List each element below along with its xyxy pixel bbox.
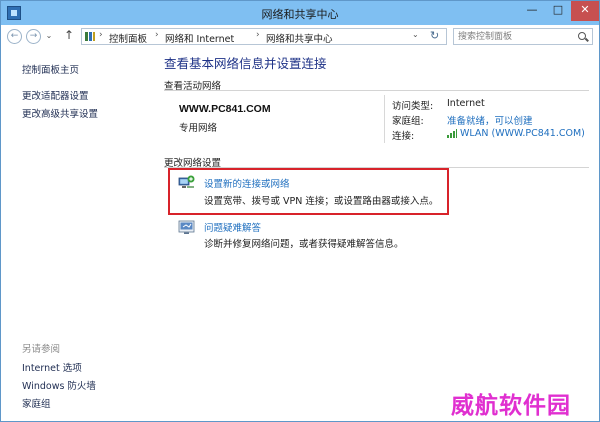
search-box[interactable] (453, 28, 593, 45)
homegroup-link[interactable]: 准备就绪，可以创建 (447, 113, 533, 127)
troubleshoot-problems-description: 诊断并修复网络问题，或者获得疑难解答信息。 (204, 239, 404, 250)
search-icon[interactable] (578, 32, 586, 40)
setup-new-connection-description: 设置宽带、拨号或 VPN 连接；或设置路由器或接入点。 (204, 196, 439, 207)
section-divider (164, 90, 589, 91)
sidebar-item-internet-options[interactable]: Internet 选项 (22, 360, 82, 374)
network-profile: 专用网络 (179, 123, 218, 134)
breadcrumb-separator: › (256, 30, 260, 40)
control-panel-icon (85, 32, 95, 41)
vertical-divider (384, 95, 385, 143)
sidebar-item-control-panel-home[interactable]: 控制面板主页 (22, 62, 79, 76)
search-input[interactable] (458, 31, 568, 43)
sidebar: 控制面板主页 更改适配器设置 更改高级共享设置 另请参阅 Internet 选项… (1, 47, 151, 422)
sidebar-item-change-adapter-settings[interactable]: 更改适配器设置 (22, 88, 89, 102)
back-button[interactable]: ← (7, 29, 22, 44)
wifi-signal-icon (447, 129, 457, 138)
site-watermark: 威航软件园 (451, 392, 571, 419)
see-also-heading: 另请参阅 (22, 344, 61, 355)
breadcrumb-network-internet[interactable]: 网络和 Internet (165, 31, 234, 45)
access-type-value: Internet (447, 98, 485, 109)
access-type-label: 访问类型: (392, 101, 434, 112)
window-title: 网络和共享中心 (261, 8, 339, 21)
sidebar-item-homegroup[interactable]: 家庭组 (22, 396, 51, 410)
network-name: WWW.PC841.COM (179, 103, 271, 115)
breadcrumb-separator: › (155, 30, 159, 40)
forward-button[interactable]: → (26, 29, 41, 44)
breadcrumb-network-sharing-center[interactable]: 网络和共享中心 (266, 31, 333, 45)
setup-new-connection-link[interactable]: 设置新的连接或网络 (204, 176, 290, 190)
up-button[interactable]: ↑ (63, 29, 75, 44)
title-bar[interactable]: 网络和共享中心 — □ ✕ (1, 1, 599, 25)
page-title: 查看基本网络信息并设置连接 (164, 56, 327, 71)
main-content: 查看基本网络信息并设置连接 查看活动网络 WWW.PC841.COM 专用网络 … (151, 47, 599, 422)
sidebar-item-windows-firewall[interactable]: Windows 防火墙 (22, 378, 96, 392)
maximize-button[interactable]: □ (545, 1, 571, 21)
connections-label: 连接: (392, 131, 415, 142)
address-bar[interactable]: › 控制面板 › 网络和 Internet › 网络和共享中心 ⌄ ↻ (81, 28, 447, 45)
minimize-button[interactable]: — (519, 1, 545, 21)
troubleshoot-problems-link[interactable]: 问题疑难解答 (204, 220, 261, 234)
recent-locations-chevron-icon[interactable]: ⌄ (45, 30, 53, 45)
troubleshoot-icon (178, 220, 195, 234)
homegroup-label: 家庭组: (392, 116, 424, 127)
sidebar-item-change-advanced-sharing[interactable]: 更改高级共享设置 (22, 106, 98, 120)
address-dropdown-icon[interactable]: ⌄ (412, 30, 419, 39)
close-button[interactable]: ✕ (571, 1, 599, 21)
network-setup-icon (178, 175, 195, 188)
navigation-bar: ← → ⌄ ↑ › 控制面板 › 网络和 Internet › 网络和共享中心 … (1, 25, 599, 47)
wlan-connection-link[interactable]: WLAN (WWW.PC841.COM) (460, 128, 585, 139)
breadcrumb-separator: › (99, 30, 103, 40)
window: 网络和共享中心 — □ ✕ ← → ⌄ ↑ › 控制面板 › 网络和 Inter… (0, 0, 600, 422)
breadcrumb-control-panel[interactable]: 控制面板 (109, 31, 147, 45)
refresh-icon[interactable]: ↻ (430, 29, 439, 42)
